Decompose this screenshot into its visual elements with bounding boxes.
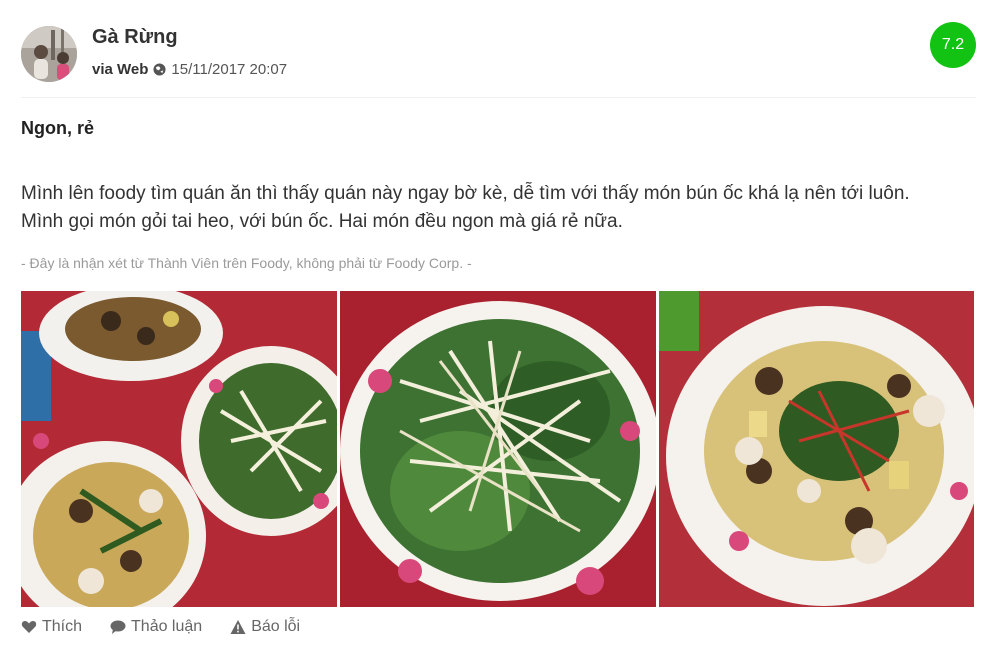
reviewer-name[interactable]: Gà Rừng [92,26,178,49]
review-body-line: Mình lên foody tìm quán ăn thì thấy quán… [21,183,910,204]
like-button[interactable]: Thích [21,618,82,636]
heart-icon [21,620,37,633]
review-photo[interactable] [659,291,974,607]
review-card: Gà Rừng via Web 15/11/2017 20:07 7.2 Ngo… [0,0,1000,650]
review-title: Ngon, rẻ [21,118,95,138]
globe-icon [153,63,166,76]
review-score-badge: 7.2 [930,22,976,68]
review-actions: Thích Thảo luận Báo lỗi [21,618,300,636]
review-photo[interactable] [21,291,337,607]
review-body: Mình lên foody tìm quán ăn thì thấy quán… [21,180,981,236]
review-meta: via Web 15/11/2017 20:07 [92,61,287,78]
report-button[interactable]: Báo lỗi [230,618,300,636]
header-divider [21,97,976,98]
review-photo-gallery [21,291,974,607]
user-avatar[interactable] [21,26,77,82]
review-disclaimer: - Đây là nhận xét từ Thành Viên trên Foo… [21,255,472,271]
discuss-button[interactable]: Thảo luận [110,618,202,636]
review-source: via Web [92,61,149,78]
comment-icon [110,620,126,634]
discuss-label: Thảo luận [131,618,203,635]
warning-icon [230,620,246,634]
review-body-line: Mình gọi món gỏi tai heo, với bún ốc. Ha… [21,211,623,232]
report-label: Báo lỗi [251,618,301,635]
review-datetime: 15/11/2017 20:07 [171,61,288,78]
like-label: Thích [42,618,83,635]
review-photo[interactable] [340,291,656,607]
